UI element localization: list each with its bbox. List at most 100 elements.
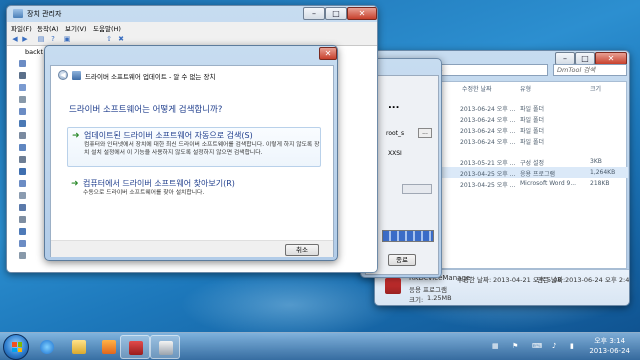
item-date: 2013-04-25 오후 ... xyxy=(460,171,516,178)
close-button[interactable]: ✕ xyxy=(347,7,377,20)
back-arrow-icon[interactable]: ◀ xyxy=(58,70,68,80)
item-type: 응용 프로그램 xyxy=(520,171,556,178)
network-icon[interactable]: ▦ xyxy=(492,342,499,350)
volume-icon[interactable]: ♪ xyxy=(552,342,556,350)
uninstall-icon[interactable]: ✖ xyxy=(117,35,125,43)
flag-icon[interactable]: ⚑ xyxy=(512,342,518,350)
option-description: 컴퓨터와 인터넷에서 장치에 대한 최신 드라이버 소프트웨어를 검색합니다. … xyxy=(84,142,320,156)
tree-root[interactable]: backt xyxy=(25,48,43,56)
close-button[interactable]: ✕ xyxy=(319,47,337,60)
option-browse-computer[interactable]: ➜ 컴퓨터에서 드라이버 소프트웨어 찾아보기(R) 수동으로 드라이버 소프트… xyxy=(67,178,321,202)
forward-arrow-icon[interactable]: ▶ xyxy=(21,35,29,43)
device-tool-icon xyxy=(129,341,143,355)
item-type: Microsoft Word 9... xyxy=(520,180,577,187)
folder-icon xyxy=(72,340,86,354)
item-date: 2013-05-21 오후 ... xyxy=(460,160,516,167)
option-title: 컴퓨터에서 드라이버 소프트웨어 찾아보기(R) xyxy=(83,179,235,188)
window-title: 장치 관리자 xyxy=(27,10,62,18)
device-category-icon[interactable] xyxy=(19,168,26,175)
green-arrow-icon: ➜ xyxy=(72,131,80,141)
option-search-automatically[interactable]: ➜ 업데이트된 드라이버 소프트웨어 자동으로 검색(S) 컴퓨터와 인터넷에서… xyxy=(67,127,321,167)
battery-icon[interactable]: ▮ xyxy=(570,342,574,350)
menu-file[interactable]: 파일(F) xyxy=(11,23,32,33)
taskbar-folder[interactable] xyxy=(64,335,94,359)
device-category-icon[interactable] xyxy=(19,204,26,211)
device-category-icon[interactable] xyxy=(19,144,26,151)
item-date: 2013-04-25 오후 ... xyxy=(460,182,516,189)
device-category-icon[interactable] xyxy=(19,228,26,235)
details-size: 1.25MB xyxy=(427,294,452,302)
dmtool-heading: ... xyxy=(388,100,400,111)
start-button[interactable] xyxy=(3,334,29,360)
details-created-label: 만든 날짜: xyxy=(537,276,566,284)
clock[interactable]: 오후 3:14 2013-06-24 xyxy=(589,336,630,356)
item-type: 파일 폴더 xyxy=(520,117,544,124)
device-category-icon[interactable] xyxy=(19,96,26,103)
item-size: 3KB xyxy=(590,158,602,165)
driver-update-dialog[interactable]: ✕ ◀ 드라이버 소프트웨어 업데이트 - 알 수 없는 장치 드라이버 소프트… xyxy=(44,45,338,261)
details-type: 응용 프로그램 xyxy=(409,286,447,294)
menu-action[interactable]: 동작(A) xyxy=(37,23,58,33)
device-category-icon[interactable] xyxy=(19,180,26,187)
ok-button[interactable]: 종료 xyxy=(388,254,416,266)
dialog-footer: 취소 xyxy=(51,240,333,257)
details-created: 2013-06-24 오후 2:46 xyxy=(565,276,630,284)
details-modified-label: 수정한 날짜: xyxy=(457,276,492,284)
update-driver-icon[interactable]: ⇧ xyxy=(105,35,113,43)
progress-bar xyxy=(382,230,434,242)
item-size: 218KB xyxy=(590,180,610,187)
minimize-button[interactable]: – xyxy=(303,7,325,20)
device-category-icon[interactable] xyxy=(19,132,26,139)
option-description: 수동으로 드라이버 소프트웨어를 찾아 설치합니다. xyxy=(83,190,205,196)
clock-time: 오후 3:14 xyxy=(594,337,626,345)
device-category-icon[interactable] xyxy=(19,240,26,247)
option-title: 업데이트된 드라이버 소프트웨어 자동으로 검색(S) xyxy=(84,131,253,140)
help-icon[interactable]: ? xyxy=(49,35,57,43)
device-category-icon[interactable] xyxy=(19,72,26,79)
windows-logo-icon xyxy=(12,342,22,352)
device-category-icon[interactable] xyxy=(19,252,26,259)
dmtool-input[interactable] xyxy=(402,184,432,194)
menu-view[interactable]: 보기(V) xyxy=(65,23,86,33)
scan-icon[interactable]: ▣ xyxy=(63,35,71,43)
taskbar-device-tool[interactable] xyxy=(120,335,150,359)
taskbar-internet-explorer[interactable] xyxy=(32,335,62,359)
back-arrow-icon[interactable]: ◀ xyxy=(11,35,19,43)
item-size: 1,264KB xyxy=(590,169,616,176)
media-player-icon xyxy=(102,340,116,354)
menu-bar: 파일(F) 동작(A) 보기(V) 도움말(H) xyxy=(7,22,377,33)
wallpaper-streak xyxy=(180,270,400,340)
item-type: 파일 폴더 xyxy=(520,106,544,113)
device-category-icon[interactable] xyxy=(19,216,26,223)
device-manager-icon xyxy=(13,9,23,18)
device-category-icon[interactable] xyxy=(19,120,26,127)
dialog-icon xyxy=(72,71,81,80)
browse-button[interactable]: ... xyxy=(418,128,432,138)
item-type: 파일 폴더 xyxy=(520,139,544,146)
clock-date: 2013-06-24 xyxy=(589,347,630,355)
search-input[interactable]: DmTool 검색 xyxy=(553,64,627,76)
internet-explorer-icon xyxy=(40,340,54,354)
dialog-content: ◀ 드라이버 소프트웨어 업데이트 - 알 수 없는 장치 드라이버 소프트웨어… xyxy=(50,65,334,257)
properties-icon[interactable]: ▤ xyxy=(37,35,45,43)
column-header-type[interactable]: 유형 xyxy=(520,84,531,93)
device-category-icon[interactable] xyxy=(19,84,26,91)
taskbar-printer[interactable] xyxy=(150,335,180,359)
dialog-heading: 드라이버 소프트웨어는 어떻게 검색합니까? xyxy=(69,105,223,115)
details-size-label: 크기: xyxy=(409,296,424,304)
column-header-date[interactable]: 수정한 날짜 xyxy=(462,84,492,93)
device-category-icon[interactable] xyxy=(19,156,26,163)
column-header-size[interactable]: 크기 xyxy=(590,84,601,93)
device-category-icon[interactable] xyxy=(19,108,26,115)
device-category-icon[interactable] xyxy=(19,192,26,199)
cancel-button[interactable]: 취소 xyxy=(285,244,319,256)
maximize-button[interactable]: □ xyxy=(325,7,347,20)
item-date: 2013-06-24 오후 ... xyxy=(460,128,516,135)
menu-help[interactable]: 도움말(H) xyxy=(93,23,121,33)
item-type: 구성 설정 xyxy=(520,160,544,167)
app-icon xyxy=(385,278,401,294)
green-arrow-icon: ➜ xyxy=(71,179,79,189)
device-category-icon[interactable] xyxy=(19,60,26,67)
item-date: 2013-06-24 오후 ... xyxy=(460,117,516,124)
keyboard-icon[interactable]: ⌨ xyxy=(532,342,542,350)
